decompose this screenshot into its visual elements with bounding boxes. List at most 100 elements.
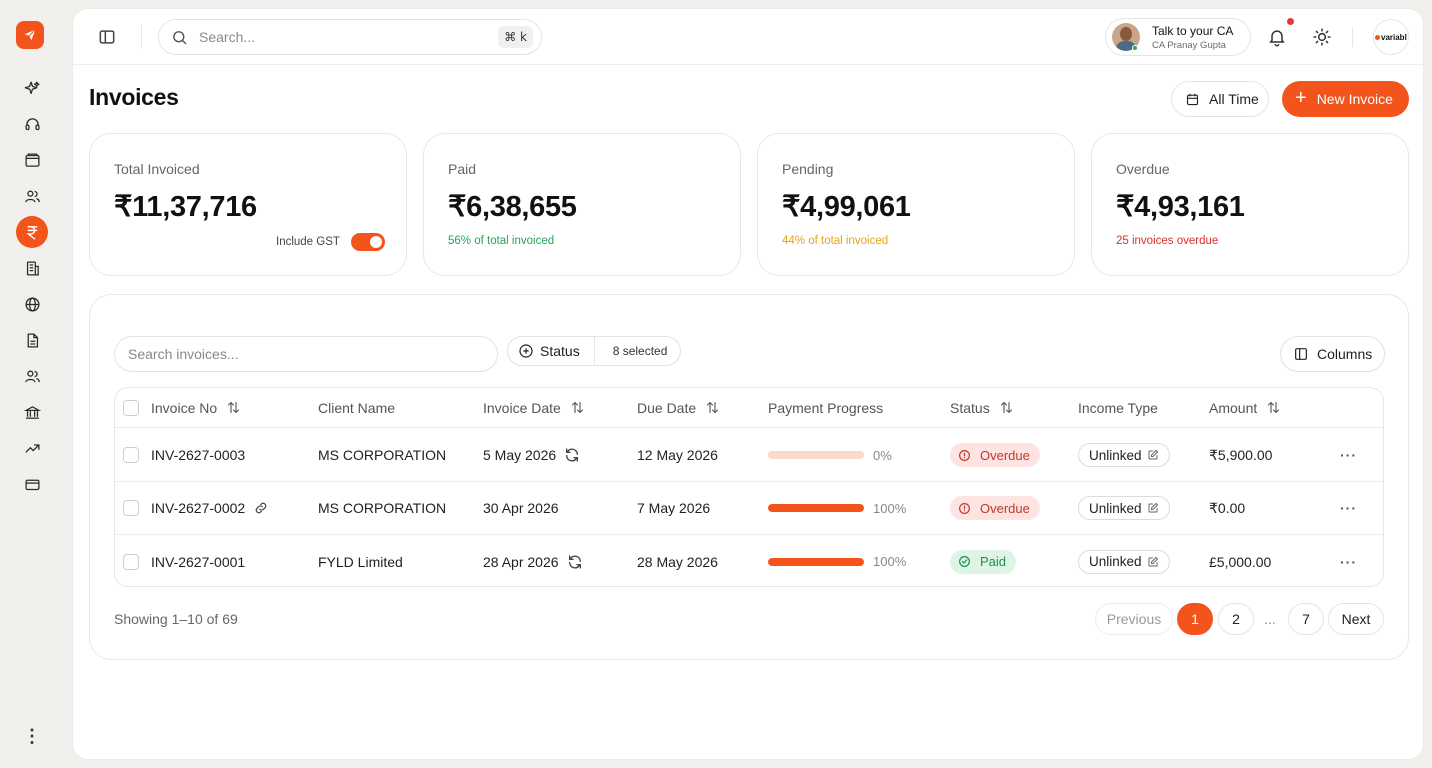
- invoice-search-input[interactable]: Search invoices...: [114, 336, 498, 372]
- refresh-icon[interactable]: [564, 447, 580, 463]
- left-rail: ⋮: [0, 0, 64, 768]
- stat-note: 25 invoices overdue: [1116, 235, 1219, 247]
- date-range-label: All Time: [1209, 91, 1259, 107]
- company-switcher[interactable]: variabl: [1373, 19, 1409, 55]
- page-button[interactable]: 2: [1218, 603, 1254, 635]
- columns-label: Columns: [1317, 346, 1373, 362]
- invoice-number[interactable]: INV-2627-0002: [151, 500, 245, 516]
- select-all-checkbox[interactable]: [123, 399, 139, 416]
- progress-label: 100%: [873, 554, 907, 569]
- link-icon[interactable]: [253, 500, 269, 516]
- top-bar: Search... ⌘ k Talk to your CA CA Pranay …: [73, 9, 1423, 65]
- invoice-number[interactable]: INV-2627-0001: [151, 554, 245, 570]
- rail-item-invoices[interactable]: [16, 216, 48, 248]
- previous-page-button[interactable]: Previous: [1095, 603, 1173, 635]
- progress-fill: [768, 504, 864, 512]
- payment-progress: 100%: [768, 535, 907, 586]
- stat-label: Overdue: [1116, 161, 1170, 177]
- status-filter-button[interactable]: Status 8 selected: [507, 336, 682, 366]
- new-invoice-button[interactable]: + New Invoice: [1282, 81, 1409, 117]
- table-row[interactable]: INV-2627-0002 MS CORPORATION 30 Apr 2026…: [115, 482, 1383, 535]
- row-menu-icon[interactable]: ···: [1340, 447, 1357, 463]
- invoice-number[interactable]: INV-2627-0003: [151, 447, 245, 463]
- stat-card-total: Total Invoiced ₹11,37,716 Include GST: [89, 133, 407, 276]
- header-label: Status: [950, 399, 990, 416]
- header-income-type: Income Type: [1078, 388, 1158, 427]
- due-date: 12 May 2026: [637, 447, 718, 463]
- rail-item-global[interactable]: [16, 288, 48, 320]
- columns-button[interactable]: Columns: [1280, 336, 1385, 372]
- row-checkbox[interactable]: [123, 500, 139, 516]
- invoice-date: 5 May 2026: [483, 447, 557, 463]
- header-invoice-date[interactable]: Invoice Date: [483, 388, 585, 427]
- header-client-name: Client Name: [318, 388, 395, 427]
- income-type-button[interactable]: Unlinked: [1078, 496, 1170, 520]
- header-status[interactable]: Status: [950, 388, 1014, 427]
- stat-value: ₹4,99,061: [782, 191, 911, 223]
- due-date: 28 May 2026: [637, 553, 718, 570]
- stat-value: ₹11,37,716: [114, 191, 257, 223]
- income-type-label: Unlinked: [1089, 447, 1142, 463]
- header-invoice-no[interactable]: Invoice No: [151, 388, 241, 427]
- status-filter-label: Status: [540, 343, 580, 359]
- rail-item-ai[interactable]: [16, 72, 48, 104]
- income-type-button[interactable]: Unlinked: [1078, 443, 1170, 467]
- status-badge: Overdue: [950, 443, 1040, 467]
- search-placeholder: Search...: [199, 29, 256, 45]
- header-amount[interactable]: Amount: [1209, 388, 1281, 427]
- rail-item-contacts[interactable]: [16, 180, 48, 212]
- date-range-button[interactable]: All Time: [1171, 81, 1269, 117]
- rail-item-reports[interactable]: [16, 432, 48, 464]
- rail-item-team[interactable]: [16, 360, 48, 392]
- row-checkbox[interactable]: [123, 447, 139, 463]
- logo-icon: [24, 29, 36, 41]
- next-page-button[interactable]: Next: [1328, 603, 1384, 635]
- amount: ₹0.00: [1209, 499, 1246, 516]
- page-button[interactable]: 7: [1288, 603, 1324, 635]
- sort-icon: [707, 401, 719, 414]
- rail-item-company[interactable]: [16, 252, 48, 284]
- rail-item-wallet[interactable]: [16, 144, 48, 176]
- header-due-date[interactable]: Due Date: [637, 388, 720, 427]
- row-menu-icon[interactable]: ···: [1340, 554, 1357, 570]
- status-badge: Paid: [950, 549, 1017, 574]
- table-row[interactable]: INV-2627-0003 MS CORPORATION 5 May 2026 …: [115, 429, 1383, 482]
- brand-dot: [1375, 34, 1380, 40]
- notifications-button[interactable]: [1267, 27, 1287, 47]
- row-checkbox[interactable]: [123, 553, 139, 570]
- talk-to-ca-button[interactable]: Talk to your CA CA Pranay Gupta: [1105, 18, 1251, 56]
- headset-icon: [24, 117, 40, 130]
- header-label: Income Type: [1078, 399, 1158, 416]
- users-icon: [24, 190, 40, 202]
- income-type-button[interactable]: Unlinked: [1078, 549, 1170, 574]
- stat-card-overdue: Overdue ₹4,93,161 25 invoices overdue: [1091, 133, 1409, 276]
- rail-item-bank[interactable]: [16, 396, 48, 428]
- header-label: Due Date: [637, 399, 697, 416]
- refresh-icon[interactable]: [567, 554, 583, 570]
- rail-item-cards[interactable]: [16, 468, 48, 500]
- columns-icon: [1295, 348, 1307, 360]
- more-icon[interactable]: ⋮: [23, 722, 41, 750]
- edit-icon: [1142, 502, 1159, 514]
- stat-label: Paid: [448, 161, 477, 177]
- globe-icon: [24, 296, 40, 312]
- pagination-summary: Showing 1–10 of 69: [114, 611, 238, 627]
- sidebar-toggle-button[interactable]: [97, 27, 117, 47]
- app-logo[interactable]: [16, 21, 44, 49]
- progress-label: 0%: [873, 447, 892, 463]
- table-row[interactable]: INV-2627-0001 FYLD Limited 28 Apr 2026 2…: [115, 535, 1383, 586]
- due-date: 7 May 2026: [637, 500, 711, 516]
- rail-item-documents[interactable]: [16, 324, 48, 356]
- global-search-input[interactable]: Search... ⌘ k: [158, 19, 542, 55]
- status-label: Overdue: [980, 447, 1030, 463]
- brand-logo-text: variabl: [1381, 32, 1407, 42]
- page-button[interactable]: 1: [1177, 603, 1213, 635]
- ca-title: Talk to your CA: [1152, 23, 1234, 38]
- rail-item-support[interactable]: [16, 108, 48, 140]
- include-gst-toggle[interactable]: [350, 233, 385, 251]
- search-icon: [173, 30, 187, 44]
- sort-icon: [228, 401, 240, 414]
- include-gst-label: Include GST: [276, 236, 340, 248]
- theme-toggle-button[interactable]: [1312, 27, 1332, 47]
- row-menu-icon[interactable]: ···: [1340, 500, 1357, 516]
